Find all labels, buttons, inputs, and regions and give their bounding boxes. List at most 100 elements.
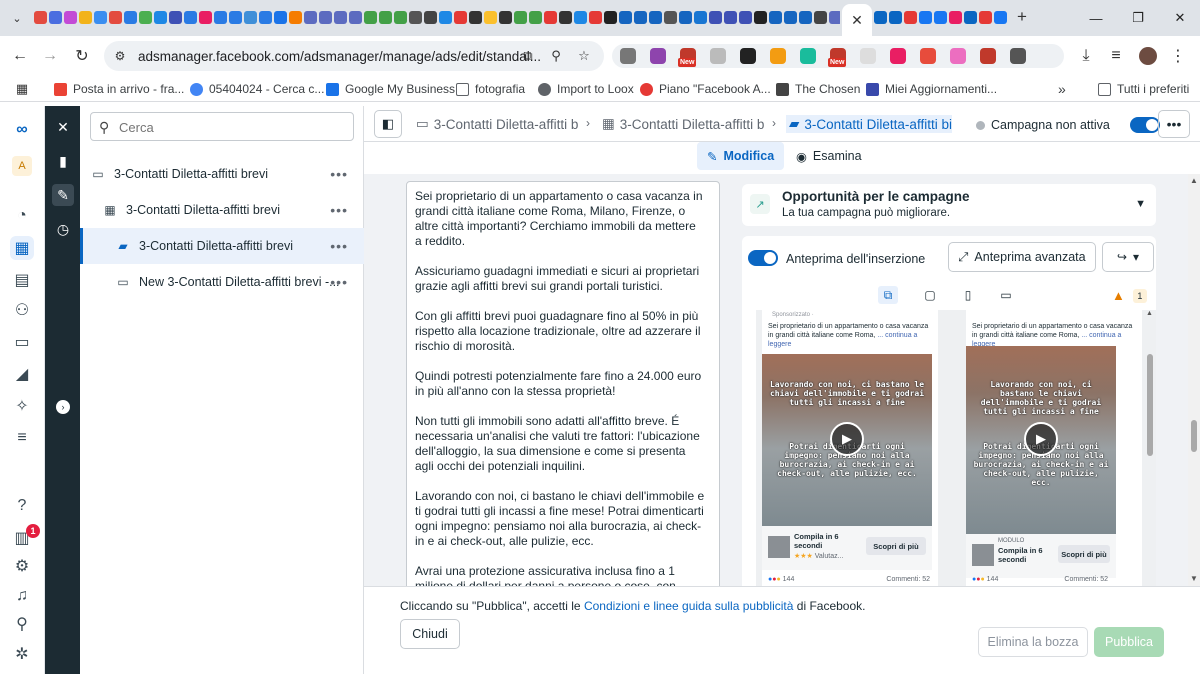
tree-item-ad-new[interactable]: ▭ New 3-Contatti Diletta-affitti brevi -…: [80, 264, 364, 300]
tab-favicon[interactable]: [769, 11, 782, 24]
play-icon[interactable]: ▶: [830, 422, 864, 456]
tab-favicon[interactable]: [559, 11, 572, 24]
breadcrumb-adset[interactable]: ▦ 3-Contatti Diletta-affitti b: [602, 115, 766, 133]
scrollbar-thumb[interactable]: [1147, 354, 1153, 456]
active-tab[interactable]: ✕: [842, 4, 872, 36]
tab-favicon[interactable]: [289, 11, 302, 24]
download-icon[interactable]: ⤓: [1074, 44, 1098, 68]
tab-favicon[interactable]: [184, 11, 197, 24]
tab-favicon[interactable]: [139, 11, 152, 24]
tab-favicon[interactable]: [349, 11, 362, 24]
announcements-icon[interactable]: ◢: [10, 362, 34, 386]
reload-icon[interactable]: ↻: [70, 44, 94, 68]
url-text[interactable]: adsmanager.facebook.com/adsmanager/manag…: [138, 49, 541, 64]
tab-favicon[interactable]: [604, 11, 617, 24]
extension-icon[interactable]: [920, 48, 936, 64]
avatar[interactable]: [1139, 47, 1157, 65]
extension-icon[interactable]: [950, 48, 966, 64]
edit-pencil-icon[interactable]: ✎: [52, 184, 74, 206]
tree-item-adset[interactable]: ▦ 3-Contatti Diletta-affitti brevi •••: [80, 192, 364, 228]
tab-favicon[interactable]: [649, 11, 662, 24]
tab-favicon[interactable]: [589, 11, 602, 24]
tab-favicon[interactable]: [664, 11, 677, 24]
history-icon[interactable]: ◷: [52, 218, 74, 240]
bookmark-google-my-business[interactable]: Google My Business: [326, 81, 455, 97]
preview-toggle[interactable]: [748, 250, 778, 266]
tab-favicon[interactable]: [619, 11, 632, 24]
tree-item-campaign[interactable]: ▭ 3-Contatti Diletta-affitti brevi •••: [80, 156, 364, 192]
back-icon[interactable]: ←: [8, 44, 32, 68]
tree-search-input[interactable]: [119, 118, 349, 136]
media-icon[interactable]: ≡: [1104, 44, 1128, 68]
tab-search-icon[interactable]: ⌄: [8, 9, 26, 27]
extension-icon[interactable]: [890, 48, 906, 64]
pen-extension-icon[interactable]: [650, 48, 666, 64]
ad-policies-link[interactable]: Condizioni e linee guida sulla pubblicit…: [584, 599, 793, 613]
tab-favicon[interactable]: [229, 11, 242, 24]
chevron-down-icon[interactable]: ▼: [1135, 198, 1146, 210]
feed-preview-card[interactable]: Sei proprietario di un appartamento o ca…: [966, 310, 1142, 586]
bell-icon[interactable]: ♫: [10, 584, 34, 608]
tab-favicon[interactable]: [169, 11, 182, 24]
tab-favicon[interactable]: [679, 11, 692, 24]
more-bookmarks-icon[interactable]: »: [1058, 81, 1066, 97]
tab-favicon[interactable]: [124, 11, 137, 24]
forward-icon[interactable]: →: [38, 44, 62, 68]
tab-favicon[interactable]: [949, 11, 962, 24]
pinned-tabs-strip[interactable]: [34, 10, 840, 26]
account-avatar[interactable]: A: [10, 154, 34, 178]
tab-favicon[interactable]: [514, 11, 527, 24]
tab-favicon[interactable]: [454, 11, 467, 24]
tab-favicon[interactable]: [799, 11, 812, 24]
color-extension-icon[interactable]: [770, 48, 786, 64]
all-bookmarks-folder[interactable]: Tutti i preferiti: [1098, 81, 1189, 97]
tab-favicon[interactable]: [634, 11, 647, 24]
warning-indicator[interactable]: ▲ 1: [1112, 288, 1147, 303]
tab-favicon[interactable]: [319, 11, 332, 24]
tab-favicon[interactable]: [709, 11, 722, 24]
tab-favicon[interactable]: [754, 11, 767, 24]
tab-edit[interactable]: ✎ Modifica: [697, 142, 785, 170]
tab-favicon[interactable]: [274, 11, 287, 24]
campaign-toggle[interactable]: [1129, 117, 1160, 133]
profile-avatar[interactable]: [1136, 44, 1160, 68]
bug-report-icon[interactable]: ✲: [10, 642, 34, 666]
scroll-up-icon[interactable]: ▲: [1146, 310, 1153, 317]
more-options-icon[interactable]: •••: [330, 238, 348, 254]
more-actions-button[interactable]: •••: [1158, 110, 1190, 138]
horizontal-format-icon[interactable]: ▭: [996, 286, 1016, 304]
tab-favicon[interactable]: [244, 11, 257, 24]
address-bar[interactable]: ⚙ adsmanager.facebook.com/adsmanager/man…: [104, 41, 604, 71]
tab-favicon[interactable]: [919, 11, 932, 24]
tab-favicon[interactable]: [439, 11, 452, 24]
preview-scrollbar[interactable]: ▲: [1144, 310, 1156, 586]
scrollbar-thumb[interactable]: [1191, 420, 1197, 452]
meta-logo-icon[interactable]: ∞: [10, 118, 34, 142]
close-button[interactable]: Chiudi: [400, 619, 460, 649]
tab-favicon[interactable]: [739, 11, 752, 24]
zoom-icon[interactable]: ⚲: [548, 48, 564, 64]
tab-favicon[interactable]: [64, 11, 77, 24]
bookmark-google-search[interactable]: 05404024 - Cerca c...: [190, 81, 324, 97]
extension-icon[interactable]: [980, 48, 996, 64]
site-info-icon[interactable]: ⚙: [112, 48, 128, 64]
bookmark-import-to-loox[interactable]: Import to Loox: [538, 81, 634, 97]
tab-favicon[interactable]: [784, 11, 797, 24]
font-extension-icon[interactable]: [740, 48, 756, 64]
bookmark-star-icon[interactable]: ☆: [576, 48, 592, 64]
close-window-icon[interactable]: ✕: [1170, 8, 1190, 28]
tab-favicon[interactable]: [979, 11, 992, 24]
tab-favicon[interactable]: [379, 11, 392, 24]
vertical-format-icon[interactable]: ▯: [958, 286, 978, 304]
campaign-opportunities[interactable]: ↗ Opportunità per le campagne La tua cam…: [742, 184, 1156, 226]
play-icon[interactable]: ▶: [1024, 422, 1058, 456]
all-tools-icon[interactable]: ≡: [10, 426, 34, 450]
billing-icon[interactable]: ▭: [10, 330, 34, 354]
events-icon[interactable]: ✧: [10, 394, 34, 418]
tab-favicon[interactable]: [334, 11, 347, 24]
audiences-icon[interactable]: ⚇: [10, 298, 34, 322]
cast-icon[interactable]: ⧉: [520, 48, 536, 64]
feed-preview-card[interactable]: Sponsorizzato · Sei proprietario di un a…: [762, 310, 938, 586]
tab-favicon[interactable]: [364, 11, 377, 24]
tab-favicon[interactable]: [49, 11, 62, 24]
